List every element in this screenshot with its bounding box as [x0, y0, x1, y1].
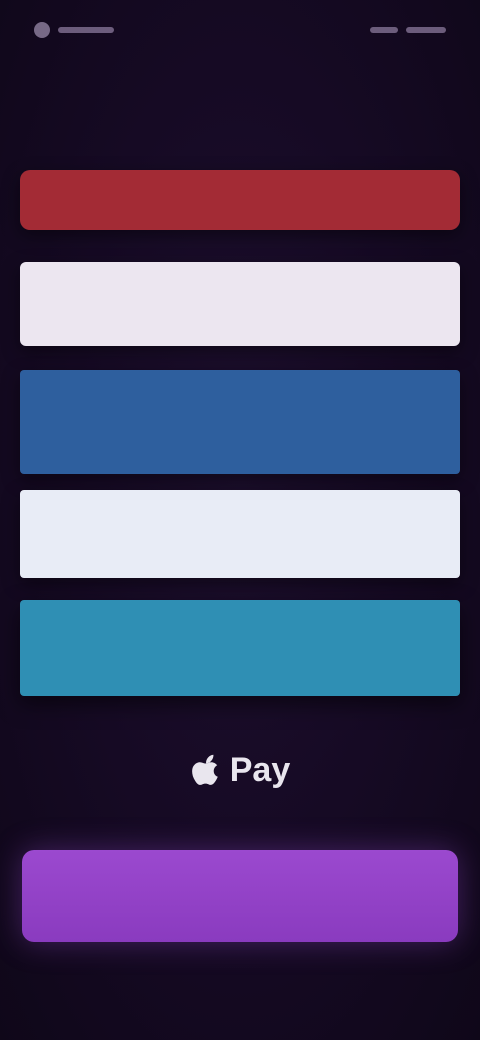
purple-action-button[interactable]: [22, 850, 458, 942]
status-dot-icon: [34, 22, 50, 38]
apple-pay-button[interactable]: Pay: [0, 740, 480, 800]
white-option-button-2[interactable]: [20, 490, 460, 578]
header: [24, 84, 324, 92]
apple-pay-label: Pay: [229, 750, 291, 789]
white-option-button-1[interactable]: [20, 262, 460, 346]
status-bar-left: [34, 22, 114, 38]
status-bar: [0, 0, 480, 60]
apple-icon: [190, 754, 222, 786]
teal-option-button[interactable]: [20, 600, 460, 696]
red-option-button[interactable]: [20, 170, 460, 230]
signal-icon: [370, 27, 398, 33]
battery-icon: [406, 27, 446, 33]
status-bar-right: [370, 27, 446, 33]
blue-option-button[interactable]: [20, 370, 460, 474]
status-time-placeholder: [58, 27, 114, 33]
